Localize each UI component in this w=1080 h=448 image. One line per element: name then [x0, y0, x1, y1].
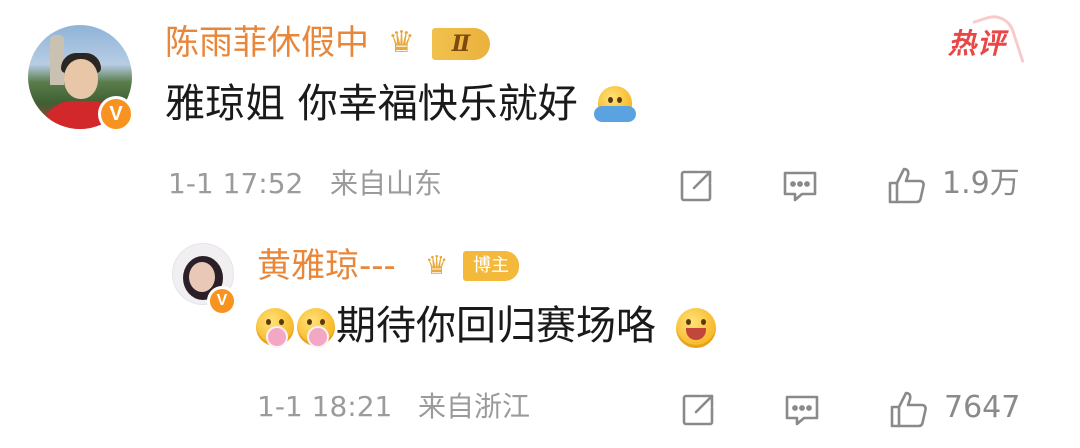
verified-badge-icon: V — [98, 96, 134, 132]
hug-emoji-icon — [594, 86, 636, 122]
comment-icon[interactable] — [780, 166, 820, 206]
like-icon[interactable] — [884, 164, 928, 208]
author-badge: 博主 — [463, 251, 519, 281]
hot-comment-badge: 热评 — [948, 27, 1007, 60]
avatar-face — [64, 59, 98, 99]
flower-face-emoji-icon — [297, 308, 335, 348]
commenter-username[interactable]: 陈雨菲休假中 — [165, 23, 369, 63]
reply-text: 期待你回归赛场咯 — [336, 303, 656, 349]
verified-badge-icon: V — [207, 286, 237, 316]
comment-text: 雅琼姐 你幸福快乐就好 — [165, 81, 578, 127]
reply-author-username[interactable]: 黄雅琼--- — [257, 246, 396, 286]
like-icon[interactable] — [886, 388, 930, 432]
crown-icon: ♛ — [425, 251, 449, 281]
member-level-badge[interactable]: Ⅱ — [432, 28, 490, 60]
reply-location: 来自浙江 — [418, 390, 531, 423]
flower-face-emoji-icon — [256, 308, 294, 348]
like-count: 7647 — [944, 390, 1021, 425]
laughing-emoji-icon — [676, 308, 716, 348]
avatar-face — [189, 262, 215, 292]
comment-location: 来自山东 — [330, 167, 443, 200]
like-count: 1.9万 — [942, 166, 1020, 201]
share-icon[interactable] — [678, 390, 718, 430]
comment-icon[interactable] — [782, 390, 822, 430]
comment-timestamp: 1-1 17:52 — [168, 167, 304, 200]
crown-icon: ♛ — [388, 25, 415, 60]
share-icon[interactable] — [676, 166, 716, 206]
reply-timestamp: 1-1 18:21 — [257, 390, 393, 423]
